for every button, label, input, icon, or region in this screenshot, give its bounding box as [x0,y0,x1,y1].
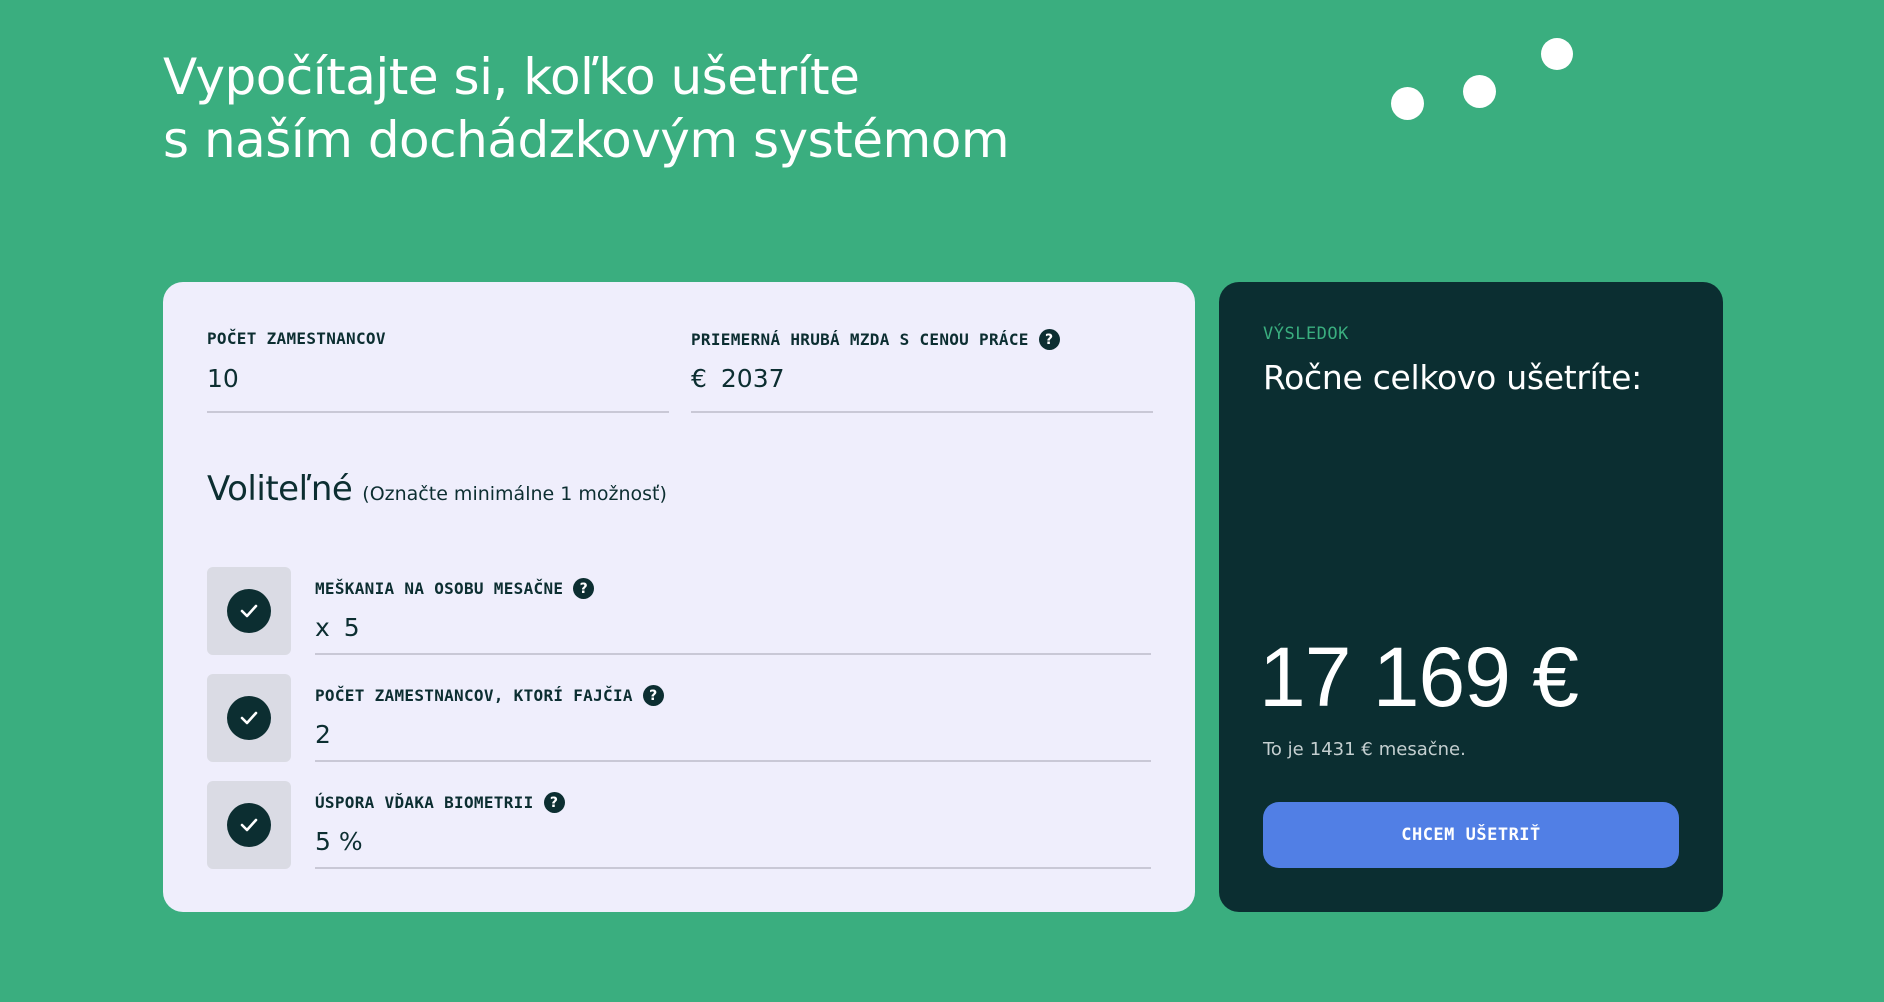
biometrics-value: 5 % [315,827,363,856]
help-icon[interactable]: ? [573,578,595,599]
page-headline: Vypočítajte si, koľko ušetríte s naším d… [163,46,1010,172]
salary-input[interactable]: € 2037 [691,364,785,393]
option-row-lateness: MEŠKANIA NA OSOBU MESAČNE ? x 5 [207,567,1151,655]
optional-heading: Voliteľné [207,469,353,509]
lateness-label: MEŠKANIA NA OSOBU MESAČNE ? [315,578,595,599]
smokers-checkbox[interactable] [207,674,291,762]
option-row-biometrics: ÚSPORA VĎAKA BIOMETRII ? 5 % [207,781,1151,869]
result-title: Ročne celkovo ušetríte: [1263,358,1642,397]
lateness-value: 5 [343,613,360,642]
employees-value: 10 [207,364,239,393]
headline-line-2: s naším dochádzkovým systémom [163,111,1010,169]
option-row-smokers: POČET ZAMESTNANCOV, KTORÍ FAJČIA ? 2 [207,674,1151,762]
checkmark-icon [227,803,271,847]
decorative-dot [1391,87,1424,120]
biometrics-input-underline [315,867,1151,869]
optional-hint: (Označte minimálne 1 možnosť) [362,483,667,505]
lateness-input-underline [315,653,1151,655]
salary-label: PRIEMERNÁ HRUBÁ MZDA S CENOU PRÁCE ? [691,329,1060,350]
lateness-input[interactable]: x 5 [315,613,360,642]
monthly-prefix: To je [1263,739,1304,760]
smokers-input-underline [315,760,1151,762]
help-icon[interactable]: ? [642,685,664,706]
multiplier-prefix: x [315,613,330,642]
result-eyebrow: VÝSLEDOK [1263,324,1349,344]
help-icon[interactable]: ? [543,792,565,813]
biometrics-checkbox[interactable] [207,781,291,869]
employees-input[interactable]: 10 [207,364,239,393]
biometrics-input[interactable]: 5 % [315,827,363,856]
checkmark-icon [227,696,271,740]
lateness-checkbox[interactable] [207,567,291,655]
savings-calculator-page: Vypočítajte si, koľko ušetríte s naším d… [0,0,1884,1002]
save-cta-button[interactable]: CHCEM UŠETRIŤ [1263,802,1679,868]
monthly-suffix: mesačne. [1378,739,1466,760]
result-card: VÝSLEDOK Ročne celkovo ušetríte: 17 169 … [1219,282,1723,912]
currency-prefix: € [691,364,707,393]
smokers-value: 2 [315,720,331,749]
annual-savings-amount: 17 169 € [1259,630,1579,724]
biometrics-label: ÚSPORA VĎAKA BIOMETRII ? [315,792,565,813]
employees-input-underline [207,411,669,413]
decorative-dot [1463,75,1496,108]
smokers-input[interactable]: 2 [315,720,331,749]
salary-input-underline [691,411,1153,413]
monthly-savings-text: To je 1431 € mesačne. [1263,739,1466,760]
headline-line-1: Vypočítajte si, koľko ušetríte [163,48,860,106]
calculator-form-card: POČET ZAMESTNANCOV 10 PRIEMERNÁ HRUBÁ MZ… [163,282,1195,912]
smokers-label: POČET ZAMESTNANCOV, KTORÍ FAJČIA ? [315,685,664,706]
checkmark-icon [227,589,271,633]
monthly-value: 1431 € [1309,739,1373,760]
optional-section-title: Voliteľné (Označte minimálne 1 možnosť) [207,469,667,509]
salary-value: 2037 [720,364,785,393]
decorative-dot [1541,38,1573,70]
help-icon[interactable]: ? [1038,329,1060,350]
employees-label: POČET ZAMESTNANCOV [207,329,386,348]
